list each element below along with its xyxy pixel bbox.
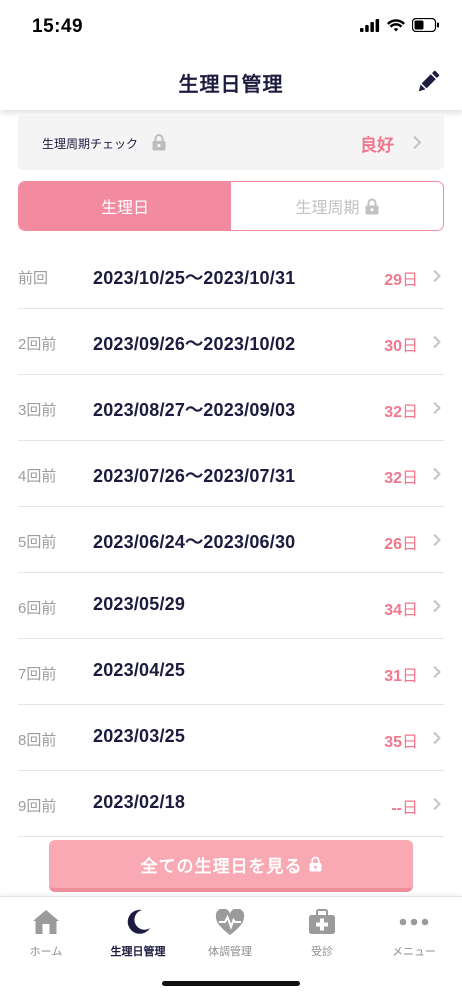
- heart-pulse-icon: [215, 908, 245, 935]
- tab-period-days-label: 生理日: [100, 200, 149, 217]
- signal-icon: [360, 18, 380, 32]
- row-label: 7回前: [18, 666, 57, 683]
- cycle-check-card[interactable]: 生理周期チェック 良好: [18, 116, 444, 170]
- row-label: 5回前: [18, 534, 57, 551]
- row-label: 前回: [18, 270, 49, 287]
- row-dates: 2023/08/27〜2023/09/03: [93, 400, 296, 420]
- wifi-icon: [387, 18, 405, 31]
- chevron-right-icon: [413, 135, 422, 150]
- list-item[interactable]: 5回前 2023/06/24〜2023/06/30 26日: [18, 507, 444, 573]
- row-days: 35日: [384, 734, 418, 751]
- list-item[interactable]: 7回前 2023/04/25 31日: [18, 639, 444, 705]
- tab-home-label: ホーム: [29, 946, 63, 958]
- tab-menu[interactable]: メニュー: [368, 907, 460, 959]
- tab-clinic[interactable]: 受診: [276, 907, 368, 959]
- tab-health[interactable]: 体調管理: [184, 907, 276, 959]
- list-item[interactable]: 9回前 2023/02/18 --日: [18, 771, 444, 837]
- tab-home[interactable]: ホーム: [0, 907, 92, 959]
- tab-period-cycle[interactable]: 生理周期: [231, 182, 443, 230]
- row-dates: 2023/05/29: [93, 594, 186, 614]
- page-title: 生理日管理: [178, 74, 284, 96]
- list-item[interactable]: 3回前 2023/08/27〜2023/09/03 32日: [18, 375, 444, 441]
- row-label: 2回前: [18, 336, 57, 353]
- medical-kit-icon: [309, 909, 335, 934]
- row-dates: 2023/10/25〜2023/10/31: [93, 268, 296, 288]
- list-item[interactable]: 4回前 2023/07/26〜2023/07/31 32日: [18, 441, 444, 507]
- row-days: 29日: [384, 272, 418, 289]
- edit-button[interactable]: [414, 68, 442, 96]
- row-days: 34日: [384, 602, 418, 619]
- list-item[interactable]: 2回前 2023/09/26〜2023/10/02 30日: [18, 309, 444, 375]
- chevron-right-icon: [433, 599, 441, 613]
- row-days: 31日: [384, 668, 418, 685]
- chevron-right-icon: [433, 533, 441, 547]
- chevron-right-icon: [433, 269, 441, 283]
- row-dates: 2023/03/25: [93, 726, 186, 746]
- row-days: 32日: [384, 404, 418, 421]
- row-label: 8回前: [18, 732, 57, 749]
- row-days: 32日: [384, 470, 418, 487]
- moon-icon: [127, 909, 150, 934]
- row-days: 30日: [384, 338, 418, 355]
- lock-icon: [152, 134, 166, 151]
- row-dates: 2023/07/26〜2023/07/31: [93, 466, 296, 486]
- chevron-right-icon: [433, 665, 441, 679]
- lock-icon: [309, 856, 321, 872]
- chevron-right-icon: [433, 797, 441, 811]
- row-dates: 2023/06/24〜2023/06/30: [93, 532, 296, 552]
- row-dates: 2023/09/26〜2023/10/02: [93, 334, 296, 354]
- pencil-icon: [418, 70, 440, 92]
- chevron-right-icon: [433, 467, 441, 481]
- list-item[interactable]: 6回前 2023/05/29 34日: [18, 573, 444, 639]
- tab-health-label: 体調管理: [208, 946, 252, 958]
- tab-clinic-label: 受診: [311, 946, 333, 958]
- segmented-control: 生理日 生理周期: [18, 181, 444, 231]
- tab-period-cycle-label: 生理周期: [295, 200, 360, 217]
- row-days: --日: [391, 800, 418, 817]
- list-item[interactable]: 前回 2023/10/25〜2023/10/31 29日: [18, 243, 444, 309]
- tab-period-management[interactable]: 生理日管理: [92, 907, 184, 959]
- more-icon: [399, 918, 429, 926]
- list-item[interactable]: 8回前 2023/03/25 35日: [18, 705, 444, 771]
- lock-icon: [365, 198, 378, 214]
- battery-icon: [412, 18, 439, 32]
- row-days: 26日: [384, 536, 418, 553]
- period-list: 前回 2023/10/25〜2023/10/31 29日 2回前 2023/09…: [18, 243, 444, 837]
- tab-period-days[interactable]: 生理日: [19, 182, 231, 230]
- cycle-check-label: 生理周期チェック: [42, 137, 139, 151]
- row-dates: 2023/02/18: [93, 792, 186, 812]
- tab-menu-label: メニュー: [392, 946, 436, 958]
- nav-bar: 生理日管理: [0, 54, 462, 110]
- home-indicator: [162, 981, 300, 986]
- home-icon: [33, 910, 59, 934]
- row-label: 6回前: [18, 600, 57, 617]
- view-all-periods-label: 全ての生理日を見る: [140, 856, 303, 876]
- chevron-right-icon: [433, 731, 441, 745]
- tab-period-management-label: 生理日管理: [110, 946, 166, 958]
- row-label: 9回前: [18, 798, 57, 815]
- chevron-right-icon: [433, 401, 441, 415]
- row-label: 4回前: [18, 468, 57, 485]
- row-label: 3回前: [18, 402, 57, 419]
- status-bar: 15:49: [0, 0, 462, 54]
- row-dates: 2023/04/25: [93, 660, 186, 680]
- cycle-check-value: 良好: [360, 136, 394, 155]
- status-time: 15:49: [32, 16, 84, 37]
- chevron-right-icon: [433, 335, 441, 349]
- status-icons: [360, 18, 440, 32]
- view-all-periods-button[interactable]: 全ての生理日を見る: [49, 840, 413, 892]
